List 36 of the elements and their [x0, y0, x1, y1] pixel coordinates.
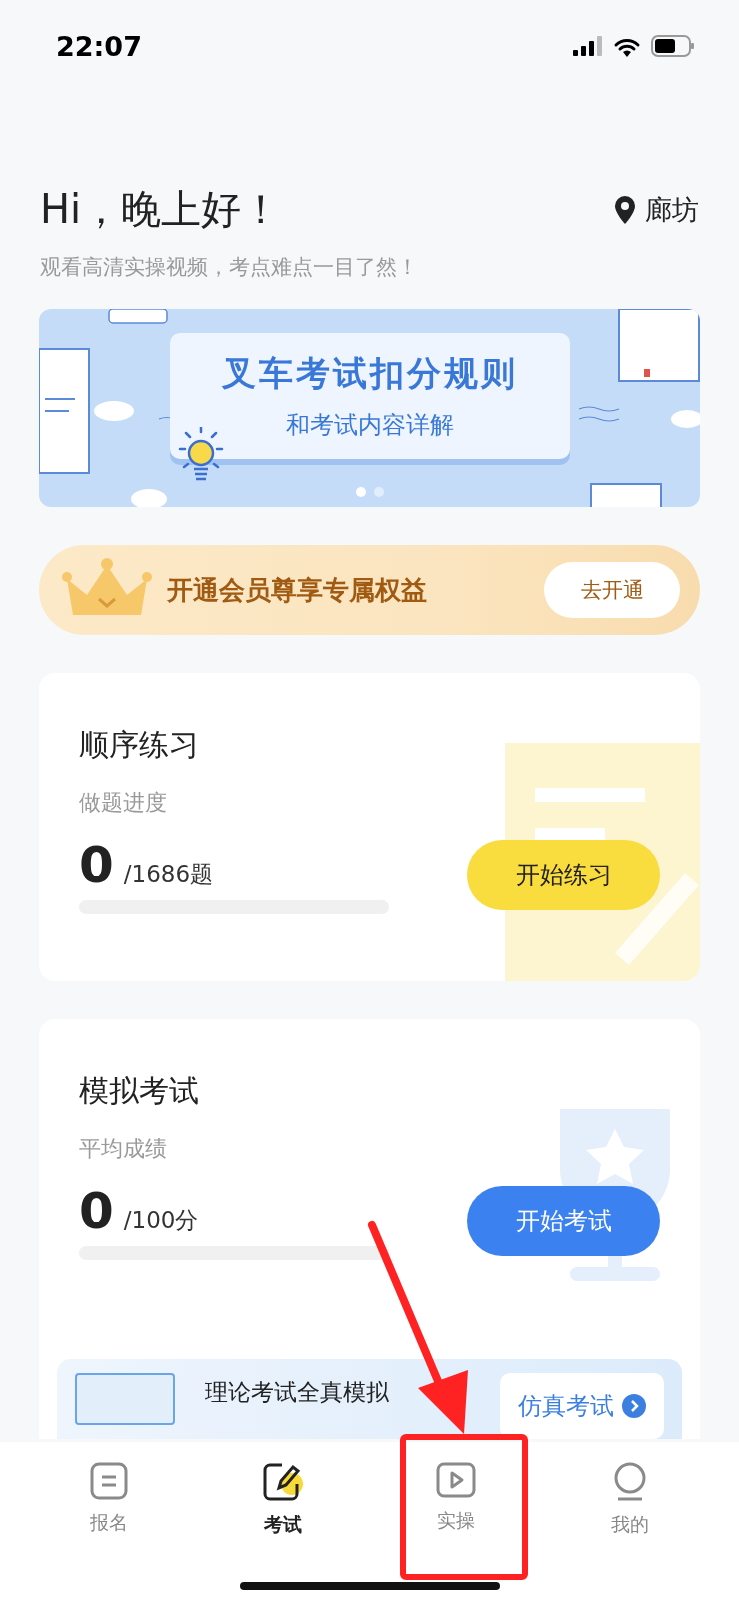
chevron-icon [622, 1394, 646, 1418]
pencil-icon [261, 1462, 304, 1502]
location-label[interactable]: 廊坊 [645, 191, 699, 228]
greeting-subtitle: 观看高清实操视频，考点难点一目了然！ [40, 254, 419, 281]
membership-bar[interactable]: 开通会员尊享专属权益 去开通 [39, 545, 700, 635]
score-value: 0 [79, 1182, 114, 1240]
card-title: 顺序练习 [79, 726, 200, 764]
carousel-dot[interactable] [373, 487, 384, 497]
start-button[interactable]: 开始练习 [467, 840, 660, 910]
list-icon [89, 1462, 128, 1500]
score-total: /100分 [123, 1206, 199, 1235]
banner-subtitle: 和考试内容详解 [285, 410, 454, 441]
card-title: 模拟考试 [79, 1072, 200, 1110]
tab-item[interactable]: 实操 [369, 1442, 544, 1600]
location-pin-icon [615, 195, 635, 224]
greeting-title: Hi，晚上好！ [40, 185, 282, 234]
score-total: /1686题 [123, 860, 214, 889]
card-label: 平均成绩 [79, 1135, 168, 1163]
simulation-button[interactable]: 仿真考试 [500, 1373, 664, 1439]
card-label: 做题进度 [79, 789, 168, 817]
banner-title: 叉车考试扣分规则 [221, 352, 518, 395]
simulation-banner[interactable]: 理论考试全真模拟 仿真考试 [57, 1359, 682, 1439]
start-button[interactable]: 开始考试 [467, 1186, 660, 1256]
status-time: 22:07 [56, 30, 142, 62]
membership-text: 开通会员尊享专属权益 [167, 573, 428, 607]
activate-button[interactable]: 去开通 [544, 562, 680, 618]
simulation-title: 理论考试全真模拟 [205, 1378, 390, 1407]
carousel-dot[interactable] [355, 487, 366, 497]
profile-icon [613, 1462, 648, 1502]
play-icon [436, 1462, 477, 1498]
score-value: 0 [79, 836, 114, 894]
battery-icon [651, 35, 695, 57]
tab-item[interactable]: 我的 [543, 1442, 717, 1600]
screen-icon [75, 1373, 175, 1425]
tab-item[interactable]: 报名 [22, 1442, 196, 1600]
signal-icon [573, 36, 603, 56]
